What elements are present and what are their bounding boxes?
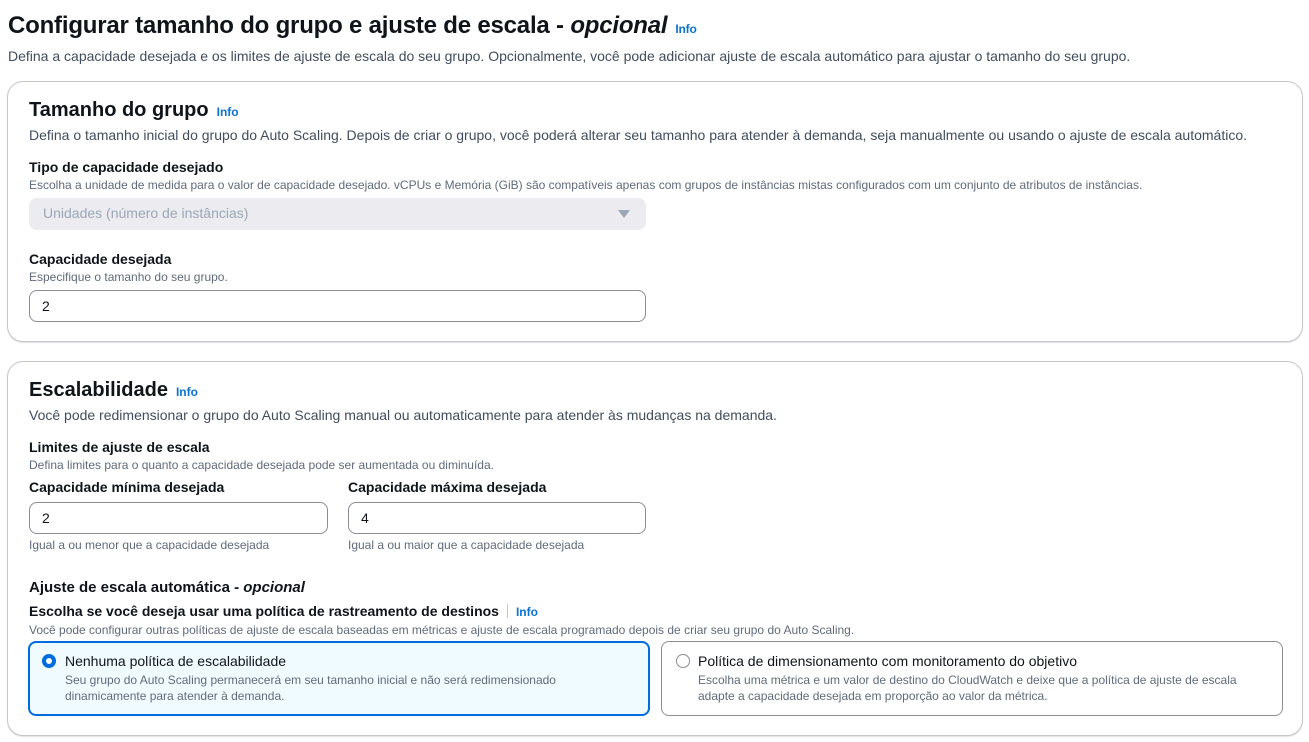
max-capacity-hint: Igual a ou maior que a capacidade deseja… <box>348 538 585 552</box>
scalability-description: Você pode redimensionar o grupo do Auto … <box>29 407 777 423</box>
scalability-title: Escalabilidade <box>29 379 168 401</box>
capacity-type-label: Tipo de capacidade desejado <box>29 159 224 175</box>
auto-scaling-label: Ajuste de escala automática - opcional <box>29 579 305 596</box>
radio-tile-target-tracking[interactable]: Política de dimensionamento com monitora… <box>661 641 1283 716</box>
desired-capacity-input[interactable]: 2 <box>29 290 646 322</box>
max-capacity-input[interactable]: 4 <box>348 502 646 534</box>
group-size-panel: Tamanho do grupo Info Defina o tamanho in… <box>7 81 1303 342</box>
caret-down-icon <box>618 210 630 218</box>
target-tracking-description: Escolha uma métrica e um valor de destin… <box>698 673 1237 703</box>
group-size-heading: Tamanho do grupo Info <box>29 99 239 122</box>
radio-tile-no-policy[interactable]: Nenhuma política de escalabilidade Seu g… <box>28 641 650 716</box>
group-size-title: Tamanho do grupo <box>29 99 209 121</box>
policy-choice-label-text: Escolha se você deseja usar uma política… <box>29 603 499 619</box>
min-capacity-hint: Igual a ou menor que a capacidade deseja… <box>29 538 270 552</box>
no-policy-description: Seu grupo do Auto Scaling permanecerá em… <box>65 673 556 703</box>
scalability-info-link[interactable]: Info <box>176 385 198 399</box>
max-capacity-label: Capacidade máxima desejada <box>348 479 547 495</box>
min-capacity-value: 2 <box>42 510 50 526</box>
desired-capacity-label: Capacidade desejada <box>29 251 172 267</box>
group-size-info-link[interactable]: Info <box>217 105 239 119</box>
page-description: Defina a capacidade desejada e os limite… <box>8 48 1131 64</box>
page-info-link[interactable]: Info <box>675 22 696 36</box>
min-capacity-input[interactable]: 2 <box>29 502 328 534</box>
min-capacity-label: Capacidade mínima desejada <box>29 479 225 495</box>
scaling-limits-label: Limites de ajuste de escala <box>29 439 210 455</box>
target-tracking-title: Política de dimensionamento com monitora… <box>698 653 1077 669</box>
capacity-type-select[interactable]: Unidades (número de instâncias) <box>29 198 646 230</box>
scalability-panel: Escalabilidade Info Você pode redimension… <box>7 361 1303 736</box>
auto-scaling-optional: opcional <box>243 579 305 596</box>
desired-capacity-hint: Especifique o tamanho do seu grupo. <box>29 270 228 284</box>
desired-capacity-value: 2 <box>42 298 50 314</box>
no-policy-title: Nenhuma política de escalabilidade <box>65 653 287 669</box>
group-size-description: Defina o tamanho inicial do grupo do Aut… <box>29 127 1247 143</box>
page-title-text: Configurar tamanho do grupo e ajuste de … <box>8 12 571 39</box>
radio-checked-icon[interactable] <box>42 654 56 668</box>
radio-unchecked-icon[interactable] <box>676 654 690 668</box>
policy-choice-hint: Você pode configurar outras políticas de… <box>29 623 855 637</box>
capacity-type-hint: Escolha a unidade de medida para o valor… <box>29 178 1143 192</box>
capacity-type-selected-value: Unidades (número de instâncias) <box>43 205 249 221</box>
auto-scaling-label-text: Ajuste de escala automática - <box>29 579 244 596</box>
scalability-heading: Escalabilidade Info <box>29 379 198 402</box>
divider <box>506 604 508 618</box>
page-title-optional: opcional <box>570 12 668 39</box>
scaling-limits-hint: Defina limites para o quanto a capacidad… <box>29 458 494 472</box>
page-title: Configurar tamanho do grupo e ajuste de … <box>8 12 697 40</box>
max-capacity-value: 4 <box>361 510 369 526</box>
policy-choice-label: Escolha se você deseja usar uma política… <box>29 603 538 619</box>
policy-info-link[interactable]: Info <box>516 605 538 619</box>
